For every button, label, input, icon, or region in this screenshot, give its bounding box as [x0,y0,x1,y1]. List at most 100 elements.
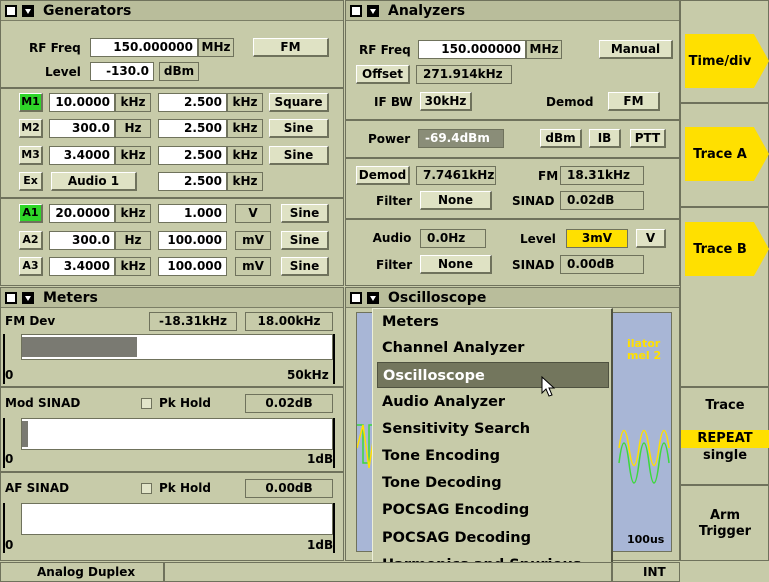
ex-dev-field[interactable]: 2.500 [158,172,227,191]
m3-freq-field[interactable]: 3.4000 [49,146,115,165]
sinad2-reading: 0.00dB [560,255,644,274]
a3-freq-unit[interactable]: kHz [115,257,151,276]
analyzers-title-bar: Analyzers [346,1,679,21]
m1-freq-unit[interactable]: kHz [115,93,151,112]
m1-dev-field[interactable]: 2.500 [158,93,227,112]
menu-item-oscilloscope[interactable]: Oscilloscope [377,362,609,388]
a1-level-field[interactable]: 1.000 [158,204,227,223]
level-field[interactable]: 3mV [566,229,628,248]
menu-item-sensitivity-search[interactable]: Sensitivity Search [377,416,609,442]
m3-wave-button[interactable]: Sine [269,146,329,165]
time-div-softkey[interactable]: Time/div [685,34,769,88]
panel-menu-dropdown-icon[interactable] [367,5,379,17]
offset-button[interactable]: Offset [356,65,410,84]
maximize-icon[interactable] [5,292,17,304]
ex-toggle[interactable]: Ex [19,172,43,191]
an-rf-freq-unit[interactable]: MHz [526,40,562,59]
m2-wave-button[interactable]: Sine [269,119,329,138]
power-unit-button[interactable]: dBm [540,129,582,148]
an-tune-mode-button[interactable]: Manual [599,40,673,59]
gen-rf-freq-unit[interactable]: MHz [198,38,234,57]
ex-dev-unit[interactable]: kHz [227,172,263,191]
gen-level-unit[interactable]: dBm [159,62,199,81]
trace-b-softkey[interactable]: Trace B [685,222,769,276]
an-rf-freq-field[interactable]: 150.000000 [418,40,526,59]
maximize-icon[interactable] [5,5,17,17]
gen-level-field[interactable]: -130.0 [90,62,154,81]
a2-level-field[interactable]: 100.000 [158,231,227,250]
m2-toggle[interactable]: M2 [19,119,43,138]
ifbw-button[interactable]: 30kHz [420,92,472,111]
ptt-button[interactable]: PTT [630,129,666,148]
m1-wave-button[interactable]: Square [269,93,329,112]
menu-item-tone-decoding[interactable]: Tone Decoding [377,470,609,496]
gen-rf-freq-field[interactable]: 150.000000 [90,38,198,57]
af-sinad-reading: 0.00dB [245,479,333,498]
trace-mode-softkey[interactable]: Trace REPEAT single [681,386,769,486]
m3-dev-field[interactable]: 2.500 [158,146,227,165]
power-readout: -69.4dBm [418,129,504,148]
trace-a-softkey[interactable]: Trace A [685,127,769,181]
m3-toggle[interactable]: M3 [19,146,43,165]
m2-freq-field[interactable]: 300.0 [49,119,115,138]
filter-button[interactable]: None [420,191,492,210]
m3-dev-unit[interactable]: kHz [227,146,263,165]
trace-label: Trace [705,398,745,413]
mod-bar-max: 1dB [307,452,334,466]
maximize-icon[interactable] [350,5,362,17]
ib-button[interactable]: IB [589,129,621,148]
view-select-menu: Meters Channel Analyzer Oscilloscope Aud… [372,308,613,581]
m1-toggle[interactable]: M1 [19,93,43,112]
ex-source-button[interactable]: Audio 1 [51,172,137,191]
a1-freq-field[interactable]: 20.0000 [49,204,115,223]
a3-toggle[interactable]: A3 [19,257,43,276]
m3-freq-unit[interactable]: kHz [115,146,151,165]
maximize-icon[interactable] [350,292,362,304]
offset-readout: 271.914kHz [416,65,512,84]
a1-level-unit[interactable]: V [235,204,271,223]
panel-menu-dropdown-icon[interactable] [22,5,34,17]
menu-item-pocsag-decoding[interactable]: POCSAG Decoding [377,525,609,551]
level-unit-button[interactable]: V [636,229,666,248]
af-pk-hold-checkbox[interactable] [141,483,152,494]
m2-dev-unit[interactable]: kHz [227,119,263,138]
a2-level-unit[interactable]: mV [235,231,271,250]
menu-item-audio-analyzer[interactable]: Audio Analyzer [377,389,609,415]
arm-trigger-softkey[interactable]: Arm Trigger [681,490,769,560]
mod-pk-hold-checkbox[interactable] [141,398,152,409]
panel-menu-dropdown-icon[interactable] [367,292,379,304]
a3-wave-button[interactable]: Sine [281,257,329,276]
an-demod-label: Demod [546,95,594,109]
a3-level-unit[interactable]: mV [235,257,271,276]
fm-bar-max: 50kHz [287,368,329,382]
m2-dev-field[interactable]: 2.500 [158,119,227,138]
mod-sinad-reading: 0.02dB [245,394,333,413]
a1-toggle[interactable]: A1 [19,204,43,223]
filter2-button[interactable]: None [420,255,492,274]
m2-freq-unit[interactable]: Hz [115,119,151,138]
menu-item-pocsag-encoding[interactable]: POCSAG Encoding [377,497,609,523]
gen-mod-type-button[interactable]: FM [253,38,329,57]
menu-item-tone-encoding[interactable]: Tone Encoding [377,443,609,469]
mouse-pointer-icon [541,376,556,397]
m1-dev-unit[interactable]: kHz [227,93,263,112]
a2-toggle[interactable]: A2 [19,231,43,250]
mod-sinad-label: Mod SINAD [5,396,81,410]
audio-meter-button[interactable]: Audio [370,230,414,249]
a2-freq-unit[interactable]: Hz [115,231,151,250]
generators-title: Generators [43,3,132,19]
an-demod-button[interactable]: FM [608,92,660,111]
a3-freq-field[interactable]: 3.4000 [49,257,115,276]
trace-a-label: Trace A [693,146,747,162]
demod-meter-button[interactable]: Demod [356,166,410,185]
a1-wave-button[interactable]: Sine [281,204,329,223]
m1-freq-field[interactable]: 10.0000 [49,93,115,112]
menu-item-meters[interactable]: Meters [377,309,609,335]
a3-level-field[interactable]: 100.000 [158,257,227,276]
panel-menu-dropdown-icon[interactable] [22,292,34,304]
a2-freq-field[interactable]: 300.0 [49,231,115,250]
mod-bar-scale-edge-right [333,418,335,468]
menu-item-channel-analyzer[interactable]: Channel Analyzer [377,335,609,361]
a2-wave-button[interactable]: Sine [281,231,329,250]
a1-freq-unit[interactable]: kHz [115,204,151,223]
